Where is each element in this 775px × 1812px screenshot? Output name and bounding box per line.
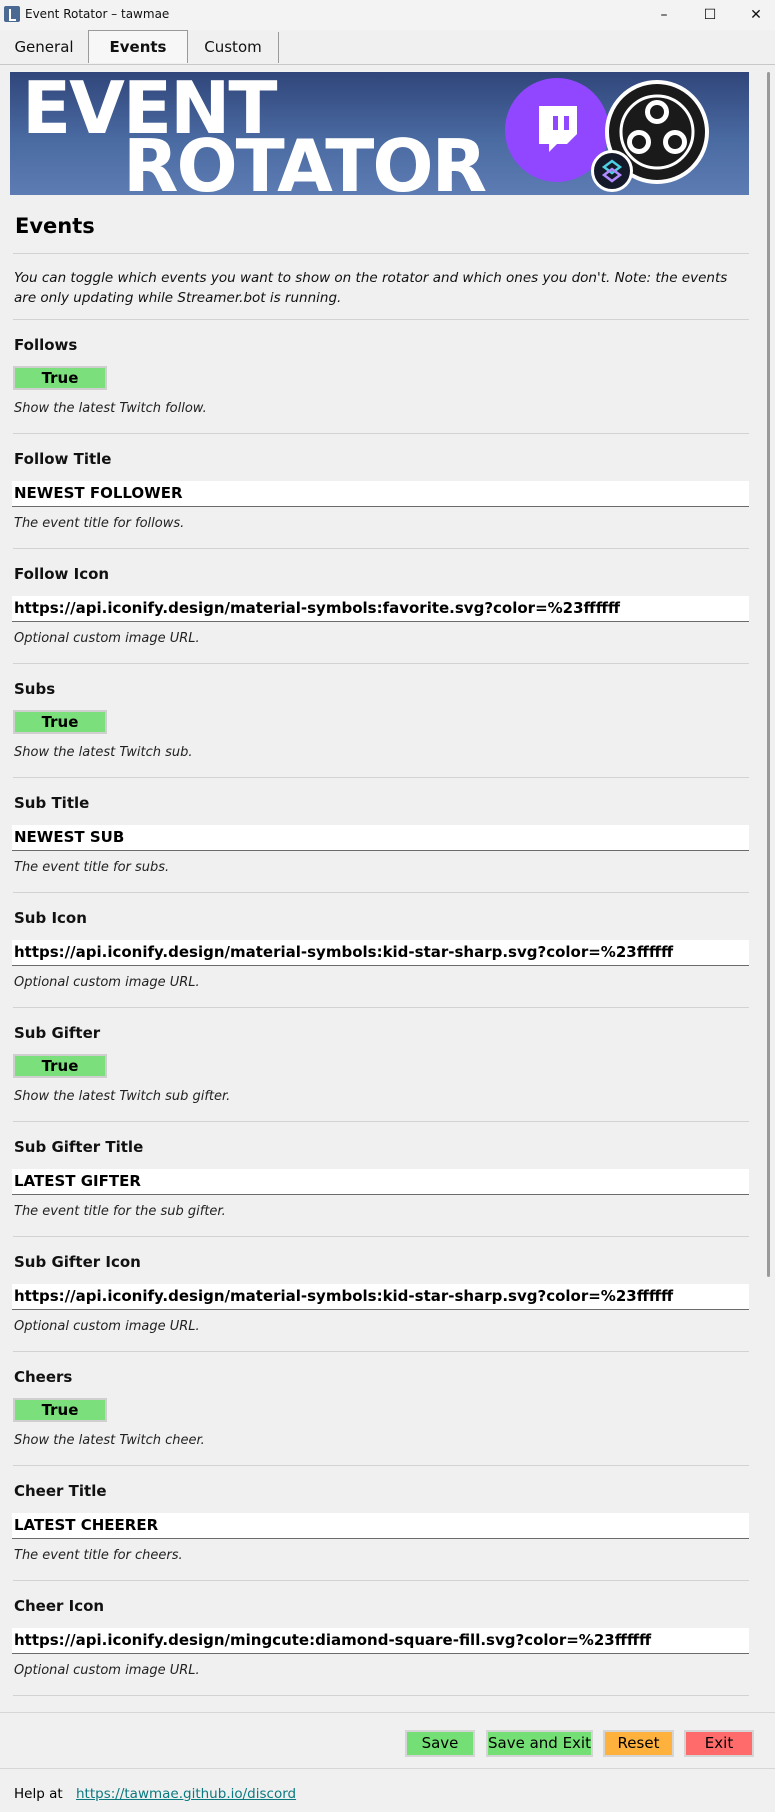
- field-hint-cheer-icon: Optional custom image URL.: [14, 1663, 200, 1678]
- save-button[interactable]: Save: [405, 1730, 475, 1757]
- field-hint-cheers: Show the latest Twitch cheer.: [14, 1433, 205, 1448]
- vertical-scrollbar[interactable]: [767, 72, 770, 1277]
- field-hint-subs: Show the latest Twitch sub.: [14, 745, 193, 760]
- field-hint-sub-gifter-icon: Optional custom image URL.: [14, 1319, 200, 1334]
- field-label-subs: Subs: [14, 680, 56, 698]
- divider: [13, 777, 749, 778]
- window-title: Event Rotator – tawmae: [25, 7, 170, 21]
- field-hint-cheer-title: The event title for cheers.: [14, 1548, 183, 1563]
- sub-gifter-title-input[interactable]: LATEST GIFTER: [12, 1169, 749, 1195]
- sub-gifter-toggle[interactable]: True: [13, 1054, 107, 1078]
- cheer-icon-input[interactable]: https://api.iconify.design/mingcute:diam…: [12, 1628, 749, 1654]
- field-hint-sub-icon: Optional custom image URL.: [14, 975, 200, 990]
- sub-title-input[interactable]: NEWEST SUB: [12, 825, 749, 851]
- divider: [13, 1007, 749, 1008]
- streamerbot-logo-icon: [591, 150, 633, 192]
- divider: [13, 1695, 749, 1696]
- field-label-cheers: Cheers: [14, 1368, 73, 1386]
- divider: [13, 1121, 749, 1122]
- divider: [13, 892, 749, 893]
- field-hint-sub-gifter: Show the latest Twitch sub gifter.: [14, 1089, 231, 1104]
- follows-toggle[interactable]: True: [13, 366, 107, 390]
- divider: [0, 1712, 775, 1713]
- field-label-sub-gifter-icon: Sub Gifter Icon: [14, 1253, 141, 1271]
- title-bar: Event Rotator – tawmae – ☐ ✕: [0, 0, 775, 30]
- divider: [13, 319, 749, 320]
- maximize-button[interactable]: ☐: [687, 0, 733, 30]
- field-label-sub-icon: Sub Icon: [14, 909, 87, 927]
- events-panel[interactable]: EVENT ROTATOR Events You can toggle whic…: [0, 64, 765, 1700]
- subs-toggle[interactable]: True: [13, 710, 107, 734]
- sub-gifter-icon-input[interactable]: https://api.iconify.design/material-symb…: [12, 1284, 749, 1310]
- field-hint-follow-icon: Optional custom image URL.: [14, 631, 200, 646]
- section-description: You can toggle which events you want to …: [14, 270, 728, 306]
- follow-title-input[interactable]: NEWEST FOLLOWER: [12, 481, 749, 507]
- divider: [13, 1465, 749, 1466]
- field-hint-follow-title: The event title for follows.: [14, 516, 185, 531]
- follow-icon-input[interactable]: https://api.iconify.design/material-symb…: [12, 596, 749, 622]
- field-label-follows: Follows: [14, 336, 78, 354]
- tab-custom[interactable]: Custom: [188, 32, 279, 63]
- minimize-button[interactable]: –: [641, 0, 687, 30]
- help-link[interactable]: https://tawmae.github.io/discord: [76, 1786, 296, 1802]
- sub-icon-input[interactable]: https://api.iconify.design/material-symb…: [12, 940, 749, 966]
- tab-general[interactable]: General: [0, 32, 88, 63]
- reset-button[interactable]: Reset: [603, 1730, 674, 1757]
- divider: [13, 253, 749, 254]
- cheers-toggle[interactable]: True: [13, 1398, 107, 1422]
- field-label-cheer-title: Cheer Title: [14, 1482, 107, 1500]
- divider: [0, 1768, 775, 1769]
- tab-events[interactable]: Events: [88, 30, 188, 63]
- field-label-sub-gifter-title: Sub Gifter Title: [14, 1138, 144, 1156]
- tab-bar: General Events Custom: [0, 30, 775, 65]
- exit-button[interactable]: Exit: [684, 1730, 754, 1757]
- cheer-title-input[interactable]: LATEST CHEERER: [12, 1513, 749, 1539]
- field-hint-sub-title: The event title for subs.: [14, 860, 170, 875]
- field-hint-follows: Show the latest Twitch follow.: [14, 401, 207, 416]
- field-hint-sub-gifter-title: The event title for the sub gifter.: [14, 1204, 226, 1219]
- divider: [13, 663, 749, 664]
- section-title: Events: [15, 214, 95, 238]
- divider: [13, 1580, 749, 1581]
- divider: [13, 1351, 749, 1352]
- app-icon: [4, 6, 20, 22]
- field-label-follow-icon: Follow Icon: [14, 565, 110, 583]
- close-button[interactable]: ✕: [733, 0, 775, 30]
- divider: [13, 433, 749, 434]
- field-label-cheer-icon: Cheer Icon: [14, 1597, 105, 1615]
- banner-title-line2: ROTATOR: [123, 124, 487, 195]
- save-and-exit-button[interactable]: Save and Exit: [486, 1730, 593, 1757]
- banner-image: EVENT ROTATOR: [10, 72, 749, 195]
- field-label-sub-title: Sub Title: [14, 794, 90, 812]
- help-label: Help at: [14, 1786, 63, 1802]
- divider: [13, 1236, 749, 1237]
- field-label-follow-title: Follow Title: [14, 450, 112, 468]
- divider: [13, 548, 749, 549]
- field-label-sub-gifter: Sub Gifter: [14, 1024, 101, 1042]
